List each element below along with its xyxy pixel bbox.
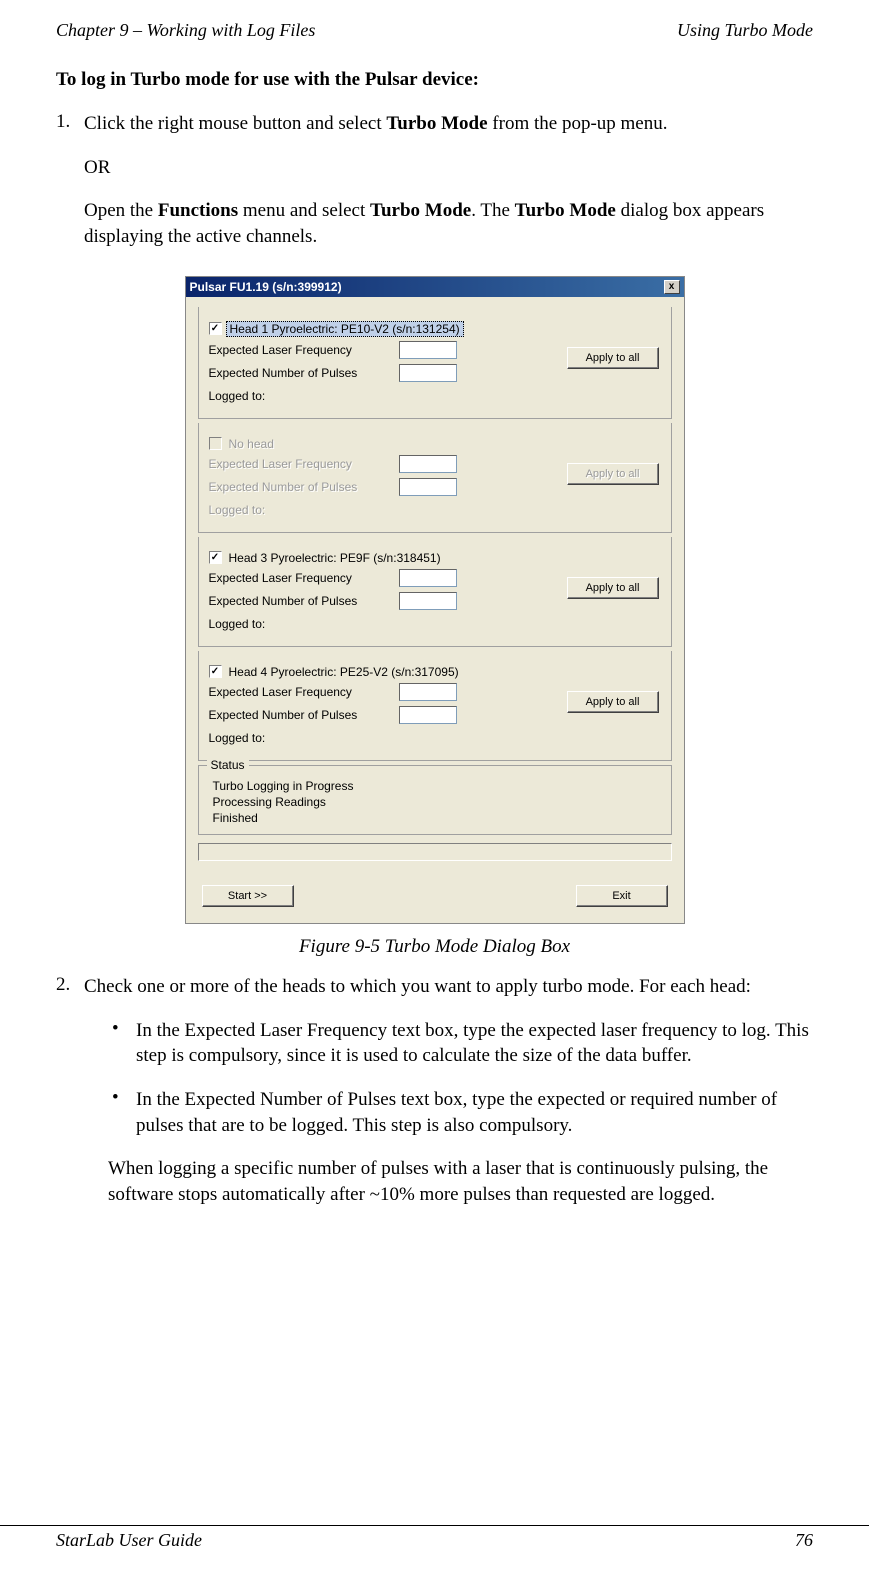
pulses-label: Expected Number of Pulses — [209, 480, 399, 494]
running-header: Chapter 9 – Working with Log Files Using… — [56, 20, 813, 41]
head-1-title: Head 1 Pyroelectric: PE10-V2 (s/n:131254… — [226, 321, 464, 337]
head-1-checkbox[interactable] — [209, 322, 222, 335]
status-line-1: Turbo Logging in Progress — [213, 778, 661, 794]
head-3-title: Head 3 Pyroelectric: PE9F (s/n:318451) — [226, 551, 444, 565]
head-block-2: No head Expected Laser Frequency Expecte… — [198, 423, 672, 533]
head-4-title: Head 4 Pyroelectric: PE25-V2 (s/n:317095… — [226, 665, 462, 679]
logged-label: Logged to: — [209, 617, 399, 631]
pulses-label: Expected Number of Pulses — [209, 708, 399, 722]
pulses-label: Expected Number of Pulses — [209, 366, 399, 380]
bullet-icon: • — [112, 1018, 136, 1069]
head-block-4: Head 4 Pyroelectric: PE25-V2 (s/n:317095… — [198, 651, 672, 761]
step-2: 2. Check one or more of the heads to whi… — [56, 974, 813, 1225]
bullet-1: • In the Expected Laser Frequency text b… — [112, 1018, 813, 1069]
head-3-freq-input[interactable] — [399, 569, 457, 587]
head-3-checkbox[interactable] — [209, 551, 222, 564]
turbo-mode-dialog: Pulsar FU1.19 (s/n:399912) x Head 1 Pyro… — [185, 276, 685, 925]
head-2-freq-input — [399, 455, 457, 473]
bullet-icon: • — [112, 1087, 136, 1138]
head-4-pulses-input[interactable] — [399, 706, 457, 724]
step-number: 1. — [56, 111, 84, 268]
apply-to-all-button-2: Apply to all — [567, 463, 659, 485]
dialog-titlebar[interactable]: Pulsar FU1.19 (s/n:399912) x — [186, 277, 684, 297]
bullet-2: • In the Expected Number of Pulses text … — [112, 1087, 813, 1138]
status-line-2: Processing Readings — [213, 794, 661, 810]
dialog-title: Pulsar FU1.19 (s/n:399912) — [190, 280, 342, 294]
page-footer: StarLab User Guide 76 — [0, 1525, 869, 1551]
apply-to-all-button-3[interactable]: Apply to all — [567, 577, 659, 599]
footer-right: 76 — [795, 1530, 813, 1551]
logged-label: Logged to: — [209, 731, 399, 745]
exit-button[interactable]: Exit — [576, 885, 668, 907]
turbo-mode-dialog-figure: Pulsar FU1.19 (s/n:399912) x Head 1 Pyro… — [185, 276, 685, 925]
status-legend: Status — [207, 758, 249, 772]
freq-label: Expected Laser Frequency — [209, 685, 399, 699]
pulses-label: Expected Number of Pulses — [209, 594, 399, 608]
head-3-pulses-input[interactable] — [399, 592, 457, 610]
status-group: Status Turbo Logging in Progress Process… — [198, 765, 672, 836]
head-4-checkbox[interactable] — [209, 665, 222, 678]
tail-paragraph: When logging a specific number of pulses… — [84, 1156, 813, 1207]
head-1-freq-input[interactable] — [399, 341, 457, 359]
head-2-checkbox — [209, 437, 222, 450]
header-left: Chapter 9 – Working with Log Files — [56, 20, 315, 41]
logged-label: Logged to: — [209, 503, 399, 517]
head-block-3: Head 3 Pyroelectric: PE9F (s/n:318451) E… — [198, 537, 672, 647]
head-2-title: No head — [226, 437, 277, 451]
lead-sentence: To log in Turbo mode for use with the Pu… — [56, 69, 813, 91]
step2-text: Check one or more of the heads to which … — [84, 974, 813, 1000]
head-2-pulses-input — [399, 478, 457, 496]
apply-to-all-button-1[interactable]: Apply to all — [567, 347, 659, 369]
step1-para2: Open the Functions menu and select Turbo… — [84, 198, 813, 249]
freq-label: Expected Laser Frequency — [209, 457, 399, 471]
head-1-pulses-input[interactable] — [399, 364, 457, 382]
status-line-3: Finished — [213, 810, 661, 826]
head-block-1: Head 1 Pyroelectric: PE10-V2 (s/n:131254… — [198, 307, 672, 419]
step1-or: OR — [84, 155, 813, 181]
footer-left: StarLab User Guide — [56, 1530, 202, 1551]
close-icon[interactable]: x — [664, 280, 680, 294]
progress-bar — [198, 843, 672, 861]
logged-label: Logged to: — [209, 389, 399, 403]
start-button[interactable]: Start >> — [202, 885, 294, 907]
step-number: 2. — [56, 974, 84, 1225]
step-1: 1. Click the right mouse button and sele… — [56, 111, 813, 268]
freq-label: Expected Laser Frequency — [209, 571, 399, 585]
figure-caption: Figure 9-5 Turbo Mode Dialog Box — [56, 936, 813, 958]
apply-to-all-button-4[interactable]: Apply to all — [567, 691, 659, 713]
header-right: Using Turbo Mode — [677, 20, 813, 41]
freq-label: Expected Laser Frequency — [209, 343, 399, 357]
head-4-freq-input[interactable] — [399, 683, 457, 701]
step1-para1: Click the right mouse button and select … — [84, 111, 813, 137]
